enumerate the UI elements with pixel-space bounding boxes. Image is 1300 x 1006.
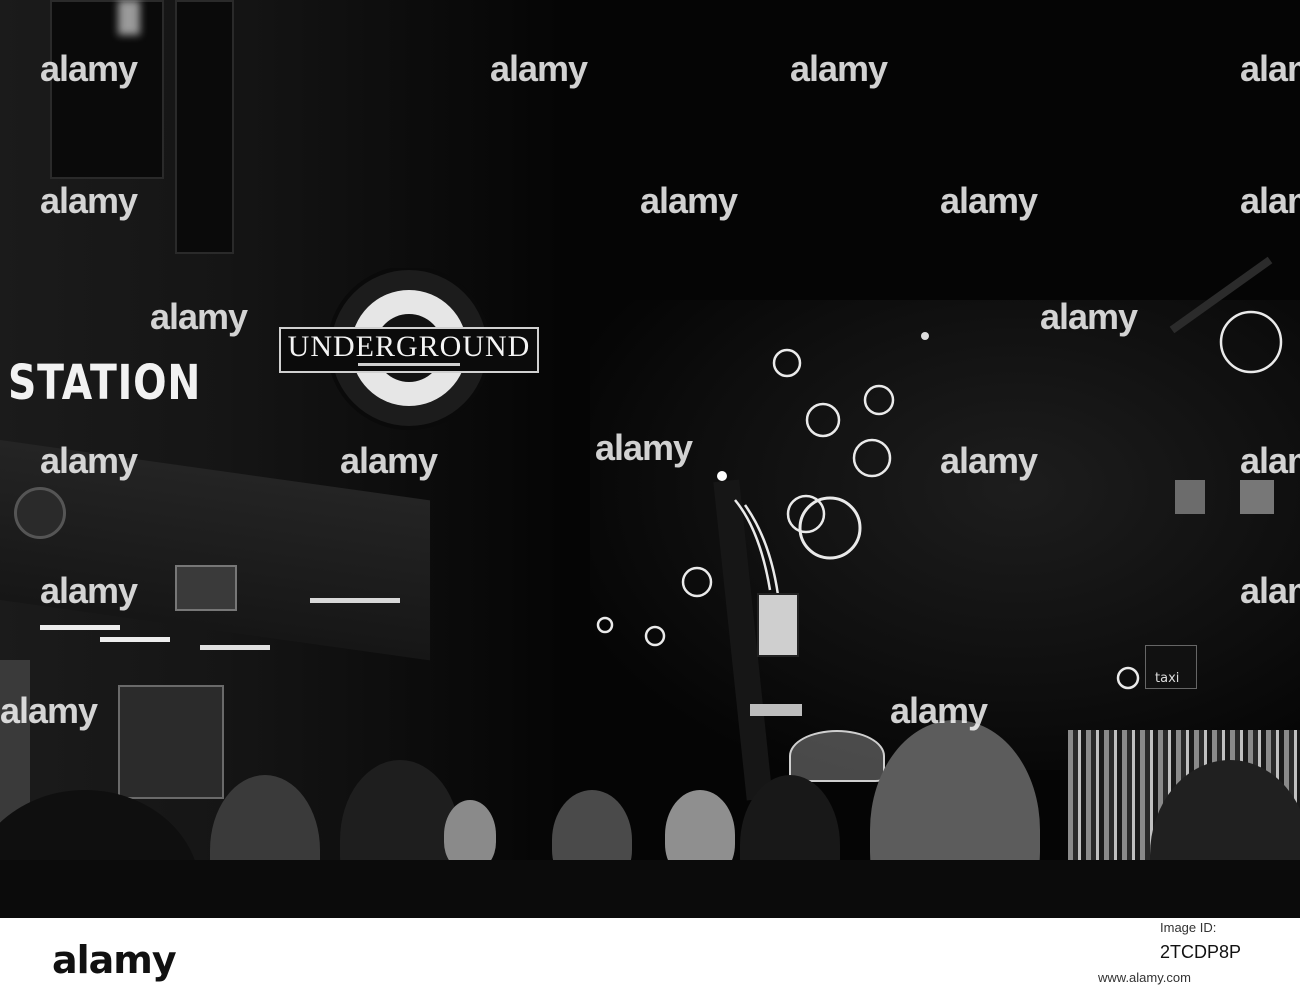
bauble-light (681, 566, 713, 598)
image-url: www.alamy.com (1098, 970, 1191, 985)
bauble-light (852, 438, 892, 478)
watermark-text: alamy (490, 48, 588, 89)
crowd-bodies (0, 860, 1300, 918)
alamy-logo: alamy (52, 938, 177, 982)
bauble-light (772, 348, 802, 378)
lit-window (1175, 480, 1205, 514)
crowd (0, 720, 1300, 918)
watermark-text: alamy (640, 180, 738, 221)
watermark-text: alamy (40, 440, 138, 481)
watermark-text: alamy (340, 440, 438, 481)
watermark-text: alamy (790, 48, 888, 89)
watermark-text: alamy (1240, 180, 1300, 221)
watermark-text: alamy (1240, 48, 1300, 89)
watermark-text: alamy (940, 440, 1038, 481)
watermark-text: alamy (40, 48, 138, 89)
watermark-text: alamy (940, 180, 1038, 221)
taxi-sign-text: taxi (1155, 671, 1180, 686)
road-sign (757, 593, 799, 657)
bauble-light (644, 625, 666, 647)
watermark-text: alamy (890, 690, 988, 731)
watermark-text: alamy (40, 180, 138, 221)
photo: STATION UNDERGROUND taxi alamy alamy ala… (0, 0, 1300, 918)
street-sign (750, 704, 802, 716)
tree-branch (1169, 256, 1273, 334)
bauble-light (1219, 310, 1283, 374)
lit-window (1240, 480, 1274, 514)
bauble-light (798, 496, 862, 560)
image-id-label: Image ID: (1160, 920, 1217, 935)
bauble-light (1116, 666, 1140, 690)
street-lamp (717, 471, 727, 481)
watermark-text: alamy (1240, 440, 1300, 481)
street-lamp (921, 332, 929, 340)
watermark-text: alamy (0, 690, 98, 731)
watermark-text: alamy (1240, 570, 1300, 611)
bauble-light (786, 494, 826, 534)
bauble-light (805, 402, 841, 438)
watermark-text: alamy (40, 570, 138, 611)
bauble-light (863, 384, 895, 416)
stock-footer (0, 918, 1300, 1006)
bauble-light (596, 616, 614, 634)
watermark-text: alamy (595, 427, 693, 468)
watermark-text: alamy (150, 296, 248, 337)
image-id: 2TCDP8P (1160, 942, 1242, 962)
watermark-text: alamy (1040, 296, 1138, 337)
